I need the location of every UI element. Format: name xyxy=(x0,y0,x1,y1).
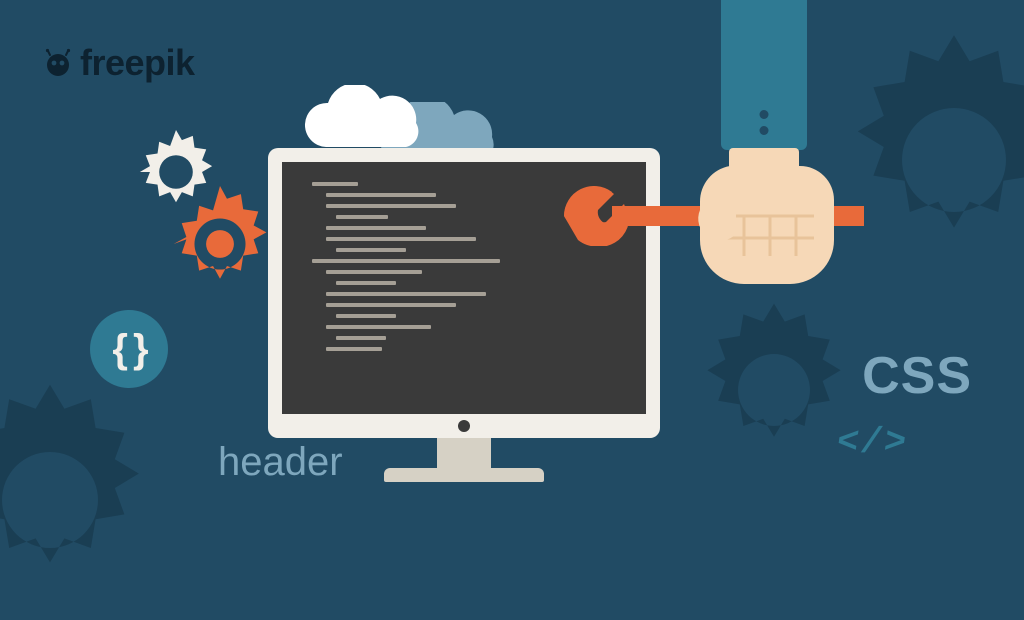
logo-text: freepik xyxy=(80,42,195,84)
monitor-stand xyxy=(437,438,491,472)
code-tag-label: </> xyxy=(834,422,911,463)
gear-icon xyxy=(162,186,278,302)
hand-with-wrench xyxy=(694,0,894,320)
sleeve xyxy=(721,0,807,150)
hand-icon xyxy=(690,160,840,290)
monitor-button xyxy=(458,420,470,432)
cloud-icon xyxy=(300,85,430,157)
bg-gear-icon xyxy=(0,380,170,620)
braces-badge: { } xyxy=(90,310,168,388)
braces-text: { } xyxy=(112,327,145,372)
freepik-logo: freepik xyxy=(42,42,195,84)
header-label: header xyxy=(218,440,343,485)
logo-mark-icon xyxy=(42,47,74,79)
css-label: CSS xyxy=(862,346,972,406)
monitor-base xyxy=(384,468,544,482)
